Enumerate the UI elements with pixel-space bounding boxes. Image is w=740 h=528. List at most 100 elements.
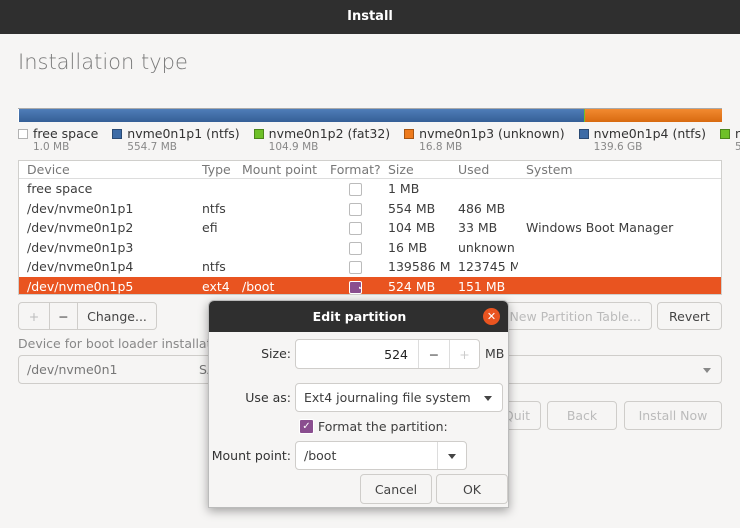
cell-format: ✓ xyxy=(322,279,380,294)
revert-label: Revert xyxy=(669,308,710,324)
chevron-down-icon[interactable] xyxy=(448,453,456,459)
format-checkbox[interactable] xyxy=(348,183,362,197)
legend-item: nvme0n1p3 (unknown) 16.8 MB xyxy=(404,126,565,153)
cell-used: unknown xyxy=(458,239,515,255)
cell-format xyxy=(322,240,380,255)
cell-system: Windows Boot Manager xyxy=(526,220,674,236)
col-device[interactable]: Device xyxy=(19,162,194,177)
legend-name: nvme xyxy=(734,126,740,141)
cell-used: 123745 MB xyxy=(458,259,518,275)
format-checkbox[interactable]: ✓ xyxy=(348,280,362,294)
legend-swatch xyxy=(18,128,28,139)
legend-item: nvme0n1p4 (ntfs) 139.6 GB xyxy=(578,126,706,153)
table-row[interactable]: /dev/nvme0n1p2 efi 104 MB 33 MB Windows Boot… xyxy=(19,218,721,238)
col-used[interactable]: Used xyxy=(450,162,518,177)
cell-size: 524 MB xyxy=(388,278,436,294)
legend-size: 1.0 MB xyxy=(33,141,70,153)
cancel-button[interactable]: Cancel xyxy=(360,474,432,504)
cell-size: 1 MB xyxy=(388,181,420,197)
size-increment-button[interactable]: + xyxy=(449,340,479,368)
dialog-title: Edit partition xyxy=(209,301,508,332)
bootloader-label: Device for boot loader installation: xyxy=(18,336,235,351)
bar-ntfs xyxy=(19,109,584,122)
cell-type: ext4 xyxy=(202,278,230,294)
size-decrement-button[interactable]: − xyxy=(418,340,449,368)
ok-label: OK xyxy=(462,481,482,497)
checkmark-icon[interactable]: ✓ xyxy=(299,419,314,434)
size-input[interactable]: 524 xyxy=(296,347,418,362)
col-format[interactable]: Format? xyxy=(322,162,380,177)
legend-item: nvme0n1p1 (ntfs) 554.7 MB xyxy=(112,126,240,153)
cancel-label: Cancel xyxy=(374,481,418,497)
legend-name: nvme0n1p2 (fat32) xyxy=(268,126,391,141)
bootloader-value: /dev/nvme0n1 xyxy=(27,362,118,377)
remove-partition-button[interactable]: − xyxy=(49,302,78,330)
legend-swatch xyxy=(719,128,730,139)
back-button[interactable]: Back xyxy=(547,401,617,430)
table-header: Device Type Mount point Format? Size Use… xyxy=(19,161,721,179)
install-now-button[interactable]: Install Now xyxy=(624,401,722,430)
use-as-select[interactable]: Ext4 journaling file system xyxy=(295,383,503,412)
cell-type: ntfs xyxy=(202,259,226,275)
cell-used: 486 MB xyxy=(458,200,506,216)
col-type[interactable]: Type xyxy=(194,162,234,177)
cell-device: /dev/nvme0n1p5 xyxy=(27,278,134,294)
col-mount[interactable]: Mount point xyxy=(234,162,322,177)
cell-format xyxy=(322,259,380,275)
install-label: Install Now xyxy=(638,408,708,423)
format-label: Format the partition: xyxy=(318,419,448,434)
cell-used: 151 MB xyxy=(458,278,506,294)
add-label: + xyxy=(28,308,40,324)
col-size[interactable]: Size xyxy=(380,162,450,177)
chevron-down-icon xyxy=(484,395,492,401)
cell-device: free space xyxy=(27,181,93,197)
ok-button[interactable]: OK xyxy=(436,474,508,504)
legend-item: nvme0n1p2 (fat32) 104.9 MB xyxy=(253,126,391,153)
size-spinbox[interactable]: 524 − + xyxy=(295,339,480,369)
table-row[interactable]: /dev/nvme0n1p1 ntfs 554 MB 486 MB xyxy=(19,199,721,219)
mount-point-input[interactable]: /boot xyxy=(304,448,336,463)
col-system[interactable]: System xyxy=(518,162,718,177)
chevron-down-icon xyxy=(703,367,711,373)
format-checkbox[interactable]: ✓ Format the partition: xyxy=(299,419,448,434)
change-label: Change... xyxy=(87,308,147,324)
legend-swatch xyxy=(404,128,415,139)
format-checkbox[interactable] xyxy=(348,241,362,255)
use-as-label: Use as: xyxy=(245,390,291,405)
format-checkbox[interactable] xyxy=(348,261,362,275)
cell-device: /dev/nvme0n1p2 xyxy=(27,220,134,236)
table-row[interactable]: /dev/nvme0n1p5 ext4/boot ✓ 524 MB 151 MB xyxy=(19,276,721,294)
partition-bar xyxy=(18,108,722,122)
close-icon[interactable]: ✕ xyxy=(483,308,500,325)
mount-point-label: Mount point: xyxy=(211,448,291,463)
table-row[interactable]: /dev/nvme0n1p4 ntfs 139586 MB 123745 MB xyxy=(19,257,721,277)
mount-point-combo[interactable]: /boot xyxy=(295,441,467,470)
cell-format xyxy=(322,220,380,236)
legend-size: 139.6 GB xyxy=(593,141,643,153)
partition-legend: free space 1.0 MB nvme0n1p1 (ntfs) 554.7 MB… xyxy=(18,126,740,153)
add-partition-button[interactable]: + xyxy=(18,302,50,330)
cell-device: /dev/nvme0n1p3 xyxy=(27,239,134,255)
cell-format xyxy=(322,181,380,197)
window-titlebar: Install xyxy=(0,0,740,34)
format-checkbox[interactable] xyxy=(348,202,362,216)
partition-table[interactable]: Device Type Mount point Format? Size Use… xyxy=(18,160,722,295)
legend-name: nvme0n1p4 (ntfs) xyxy=(593,126,706,141)
cell-used: 33 MB xyxy=(458,220,498,236)
cell-type: efi xyxy=(202,220,218,236)
change-partition-button[interactable]: Change... xyxy=(77,302,157,330)
remove-label: − xyxy=(58,308,69,324)
table-row[interactable]: free space 1 MB xyxy=(19,179,721,199)
table-row[interactable]: /dev/nvme0n1p3 16 MB unknown xyxy=(19,238,721,258)
format-checkbox[interactable] xyxy=(348,222,362,236)
cell-mount: /boot xyxy=(242,278,275,294)
cell-device: /dev/nvme0n1p4 xyxy=(27,259,134,275)
new-partition-table-button[interactable]: New Partition Table... xyxy=(500,302,652,330)
legend-item: free space 1.0 MB xyxy=(18,126,98,153)
legend-swatch xyxy=(112,128,123,139)
cell-type: ntfs xyxy=(202,200,226,216)
page-title: Installation type xyxy=(18,50,188,74)
legend-name: nvme0n1p3 (unknown) xyxy=(419,126,565,141)
legend-size: 554.7 MB xyxy=(127,141,177,153)
revert-button[interactable]: Revert xyxy=(657,302,722,330)
